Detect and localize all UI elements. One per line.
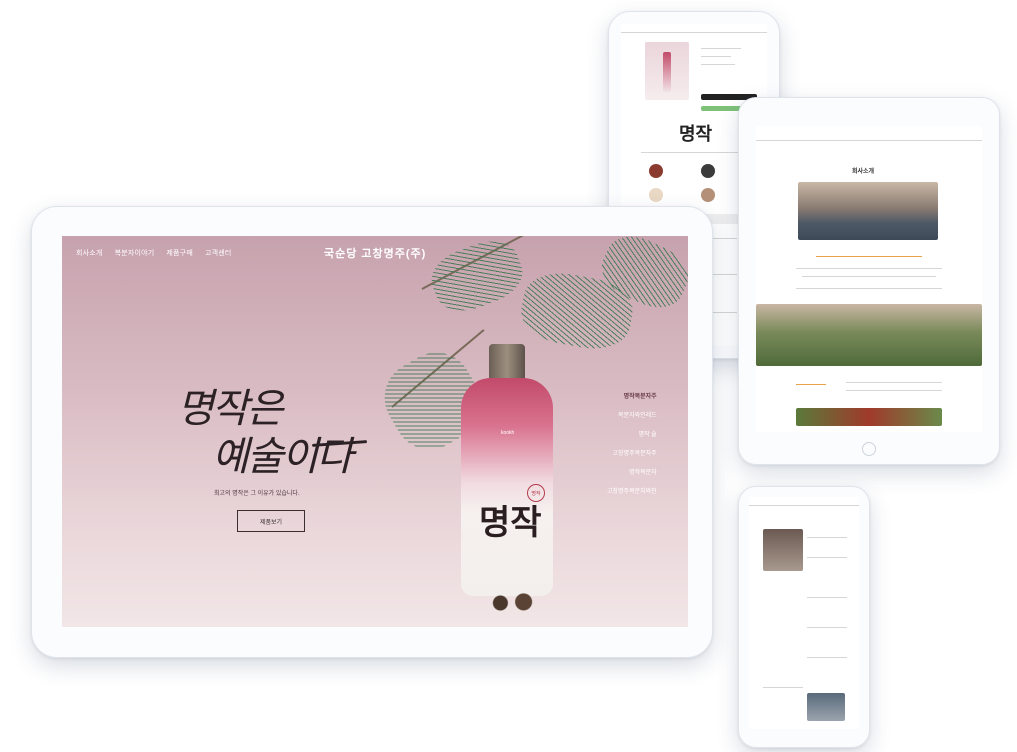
nav-item-company[interactable]: 회사소개 — [76, 248, 103, 258]
bottle-label: 명작 — [479, 503, 542, 543]
person-photo — [763, 529, 803, 571]
timeline-line — [807, 597, 847, 598]
phone-bottom-screen — [749, 497, 859, 729]
bottle-small-logo: kookh — [501, 430, 515, 436]
side-menu-item[interactable]: 고창명주복분자와인 — [607, 486, 657, 495]
header-divider — [749, 505, 859, 506]
header-divider — [621, 32, 767, 33]
bottle-body: kookh 명작 명작 — [461, 378, 553, 614]
highlight-text-line — [816, 256, 922, 257]
side-menu-item[interactable]: 복분자와인레드 — [607, 410, 657, 419]
body-text-line — [802, 276, 936, 277]
timeline-line — [807, 657, 847, 658]
feature-circle — [701, 188, 715, 202]
main-nav: 회사소개 복분자이야기 제품구매 고객센터 — [76, 248, 232, 258]
nav-item-support[interactable]: 고객센터 — [205, 248, 232, 258]
timeline-line — [763, 687, 803, 688]
headline-line-2: 예술이다 — [212, 434, 353, 480]
header-divider — [756, 140, 982, 141]
section-divider — [641, 152, 747, 153]
page-title: 회사소개 — [852, 169, 875, 175]
body-text-line — [846, 390, 942, 391]
side-menu-item[interactable]: 명작복분자 — [607, 467, 657, 476]
feature-circle — [649, 164, 663, 178]
tablet-mockup-right: 회사소개 — [738, 97, 1000, 465]
calligraphy-word: 명작 — [679, 124, 713, 145]
nav-item-shop[interactable]: 제품구매 — [166, 248, 193, 258]
brand-logo[interactable]: 국순당 고창명주(주) — [324, 245, 426, 261]
view-products-button[interactable]: 제품보기 — [237, 510, 305, 532]
fruit-photo — [796, 408, 942, 426]
body-text-line — [796, 268, 942, 269]
home-button[interactable] — [862, 442, 876, 456]
bottle-seal: 명작 — [527, 484, 545, 502]
hero-screen: 회사소개 복분자이야기 제품구매 고객센터 국순당 고창명주(주) 명작은 예술… — [62, 236, 688, 627]
timeline-line — [807, 627, 847, 628]
side-menu-item[interactable]: 고창명주복분자주 — [607, 448, 657, 457]
body-text-line — [796, 288, 942, 289]
product-info-line — [701, 64, 735, 65]
pine-needles — [424, 236, 530, 320]
tablet-mockup-main: 회사소개 복분자이야기 제품구매 고객센터 국순당 고창명주(주) 명작은 예술… — [31, 206, 713, 658]
feature-circle — [701, 164, 715, 178]
chestnut-illustration — [483, 592, 541, 614]
product-info-line — [701, 56, 731, 57]
nav-item-story[interactable]: 복분자이야기 — [115, 248, 155, 258]
side-menu-item[interactable]: 명작 술 — [607, 429, 656, 438]
field-photo — [756, 304, 982, 366]
timeline-line — [807, 557, 847, 558]
tablet-right-screen: 회사소개 — [756, 126, 982, 432]
product-info-line — [701, 48, 741, 49]
product-bottle: kookh 명작 명작 — [457, 344, 557, 614]
landscape-photo — [798, 182, 938, 240]
bottle-cap — [489, 344, 525, 380]
product-bottle-icon — [663, 52, 671, 92]
product-side-menu: 명작복분자주 복분자와인레드 명작 술 고창명주복분자주 명작복분자 고창명주복… — [607, 391, 657, 495]
person-photo — [807, 693, 845, 721]
phone-mockup-bottom — [738, 486, 870, 748]
body-text-line — [846, 382, 942, 383]
timeline-line — [807, 537, 847, 538]
feature-circle — [649, 188, 663, 202]
side-menu-item[interactable]: 명작복분자주 — [607, 391, 657, 400]
highlight-text-line — [796, 384, 826, 385]
hero-tagline: 최고의 명작은 그 이유가 있습니다. — [214, 491, 300, 497]
